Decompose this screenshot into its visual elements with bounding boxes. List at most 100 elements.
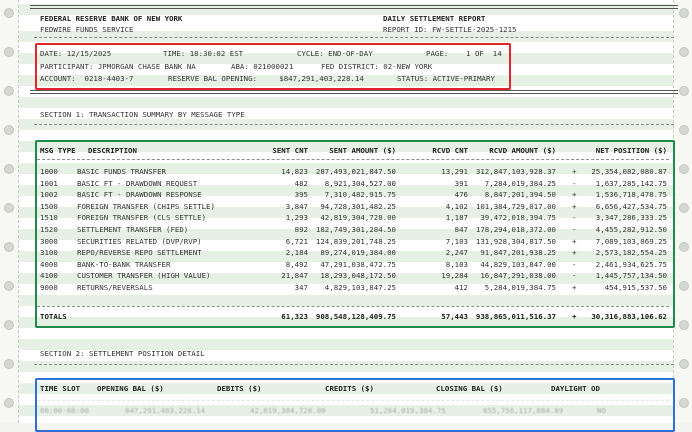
report-id: REPORT ID: FW-SETTLE-2025-1215	[383, 25, 517, 34]
cell-msg-type: 1510	[40, 213, 58, 223]
cell-net-position: 6,656,427,534.75	[595, 201, 667, 211]
cell-msg-type: 9000	[40, 283, 58, 292]
cell-net-sign: -	[572, 259, 577, 269]
cell-net-sign: +	[572, 190, 577, 200]
reserve-balance-opening: RESERVE BAL OPENING: $847,291,403,228.14	[168, 74, 364, 83]
section2-rule	[34, 364, 674, 365]
totals-sent-amount: 908,548,128,409.75	[315, 312, 396, 321]
tractor-hole-icon	[679, 320, 689, 330]
col-rcvd-amount: RCVD AMOUNT ($)	[489, 146, 556, 155]
col-debits: DEBITS ($)	[217, 384, 262, 393]
cell-rcvd-amount: 312,847,103,928.37	[475, 167, 556, 176]
cell-sent-amount: 18,293,048,172.50	[320, 271, 396, 281]
cell-msg-type: 4100	[40, 271, 58, 281]
cell-description: BANK-TO-BANK TRANSFER	[77, 259, 171, 269]
section1-title: SECTION 1: TRANSACTION SUMMARY BY MESSAG…	[40, 110, 245, 119]
report-title: DAILY SETTLEMENT REPORT	[383, 14, 486, 23]
cell-sent-amount: 287,493,021,847.50	[315, 167, 396, 176]
tractor-hole-icon	[679, 359, 689, 369]
slot-closing: 855,756,117,884.89	[483, 406, 564, 415]
cell-rcvd-amount: 39,472,018,394.75	[480, 213, 556, 223]
cell-net-sign: +	[572, 167, 577, 176]
account-number: ACCOUNT: 0218-4403-7	[40, 74, 134, 83]
tractor-hole-icon	[679, 8, 689, 18]
col-sent-cnt: SENT CNT	[272, 146, 308, 155]
cell-msg-type: 4000	[40, 259, 58, 269]
col-daylight-od: DAYLIGHT OD	[551, 384, 600, 393]
cell-msg-type: 1002	[40, 190, 58, 200]
cell-description: BASIC FUNDS TRANSFER	[77, 167, 166, 176]
col-msg-type: MSG TYPE	[40, 146, 76, 155]
tractor-hole-icon	[4, 8, 14, 18]
tractor-hole-icon	[4, 164, 14, 174]
cell-net-sign: +	[572, 236, 577, 246]
cell-net-sign: -	[572, 271, 577, 281]
tractor-hole-icon	[4, 203, 14, 213]
col-credits: CREDITS ($)	[325, 384, 374, 393]
cell-sent-cnt: 892	[294, 225, 308, 234]
table-header-rule	[37, 159, 669, 160]
cell-sent-amount: 4,829,103,847.25	[324, 283, 396, 292]
tractor-hole-icon	[679, 203, 689, 213]
cell-rcvd-amount: 44,829,103,847.00	[480, 259, 556, 269]
cell-sent-cnt: 347	[294, 283, 308, 292]
col-rcvd-cnt: RCVD CNT	[432, 146, 468, 155]
cell-rcvd-amount: 5,284,019,384.75	[484, 283, 556, 292]
cell-description: SECURITIES RELATED (DVP/RVP)	[77, 236, 202, 246]
cell-sent-amount: 124,839,201,748.25	[315, 236, 396, 246]
section1-rule	[34, 124, 674, 125]
cell-msg-type: 1520	[40, 225, 58, 234]
cell-rcvd-amount: 8,847,201,394.50	[484, 190, 556, 200]
service-name: FEDWIRE FUNDS SERVICE	[40, 25, 134, 34]
cell-sent-amount: 7,310,482,915.75	[324, 190, 396, 200]
cell-sent-cnt: 395	[294, 190, 308, 200]
tractor-hole-icon	[4, 86, 14, 96]
right-tractor-margin	[673, 0, 692, 423]
account-status: STATUS: ACTIVE-PRIMARY	[397, 74, 495, 83]
cell-description: REPO/REVERSE REPO SETTLEMENT	[77, 248, 202, 258]
cell-sent-amount: 42,819,304,728.00	[320, 213, 396, 223]
cell-rcvd-amount: 91,847,201,938.25	[480, 248, 556, 258]
slot-opening: 847,291,403,228.14	[125, 406, 206, 415]
cell-sent-cnt: 482	[294, 178, 308, 188]
cell-net-position: 1,536,718,478.75	[595, 190, 667, 200]
cell-net-position: 2,461,934,625.75	[595, 259, 667, 269]
cell-sent-amount: 182,749,301,284.50	[315, 225, 396, 234]
cell-sent-cnt: 6,721	[285, 236, 308, 246]
slot-debits: 42,819,304,728.00	[250, 406, 326, 415]
cell-sent-amount: 47,291,038,472.75	[320, 259, 396, 269]
tractor-hole-icon	[4, 359, 14, 369]
cell-net-position: 3,347,286,333.25	[595, 213, 667, 223]
cell-msg-type: 3000	[40, 236, 58, 246]
report-time: TIME: 18:30:02 EST	[163, 49, 244, 58]
cell-sent-cnt: 8,492	[285, 259, 308, 269]
slot-time: 06:00-08:00	[40, 406, 89, 415]
report-cycle: CYCLE: END-OF-DAY	[297, 49, 373, 58]
page-number: PAGE: 1 OF 14	[426, 49, 502, 58]
tractor-hole-icon	[679, 281, 689, 291]
tractor-hole-icon	[679, 242, 689, 252]
cell-description: RETURNS/REVERSALS	[77, 283, 153, 292]
cell-msg-type: 1500	[40, 201, 58, 211]
col-description: DESCRIPTION	[88, 146, 137, 155]
totals-sent-cnt: 61,323	[281, 312, 308, 321]
cell-rcvd-amount: 16,847,291,038.00	[480, 271, 556, 281]
cell-sent-cnt: 14,823	[281, 167, 308, 176]
tractor-hole-icon	[679, 398, 689, 408]
tractor-hole-icon	[4, 242, 14, 252]
cell-description: SETTLEMENT TRANSFER (FED)	[77, 225, 189, 234]
tractor-hole-icon	[4, 125, 14, 135]
fed-district: FED DISTRICT: 02-NEW YORK	[321, 62, 433, 71]
cell-sent-amount: 8,921,304,527.00	[324, 178, 396, 188]
cell-rcvd-amount: 101,384,729,017.00	[475, 201, 556, 211]
info-bottom-rule	[30, 90, 678, 94]
tractor-hole-icon	[4, 47, 14, 57]
bank-name: FEDERAL RESERVE BANK OF NEW YORK	[40, 14, 183, 23]
header-rule	[34, 37, 674, 38]
cell-sent-cnt: 3,847	[285, 201, 308, 211]
totals-net-sign: +	[572, 312, 577, 321]
cell-net-sign: -	[572, 178, 577, 188]
cell-net-position: 7,089,103,069.25	[595, 236, 667, 246]
section2-header-rule	[37, 400, 669, 401]
totals-rule	[37, 306, 669, 307]
